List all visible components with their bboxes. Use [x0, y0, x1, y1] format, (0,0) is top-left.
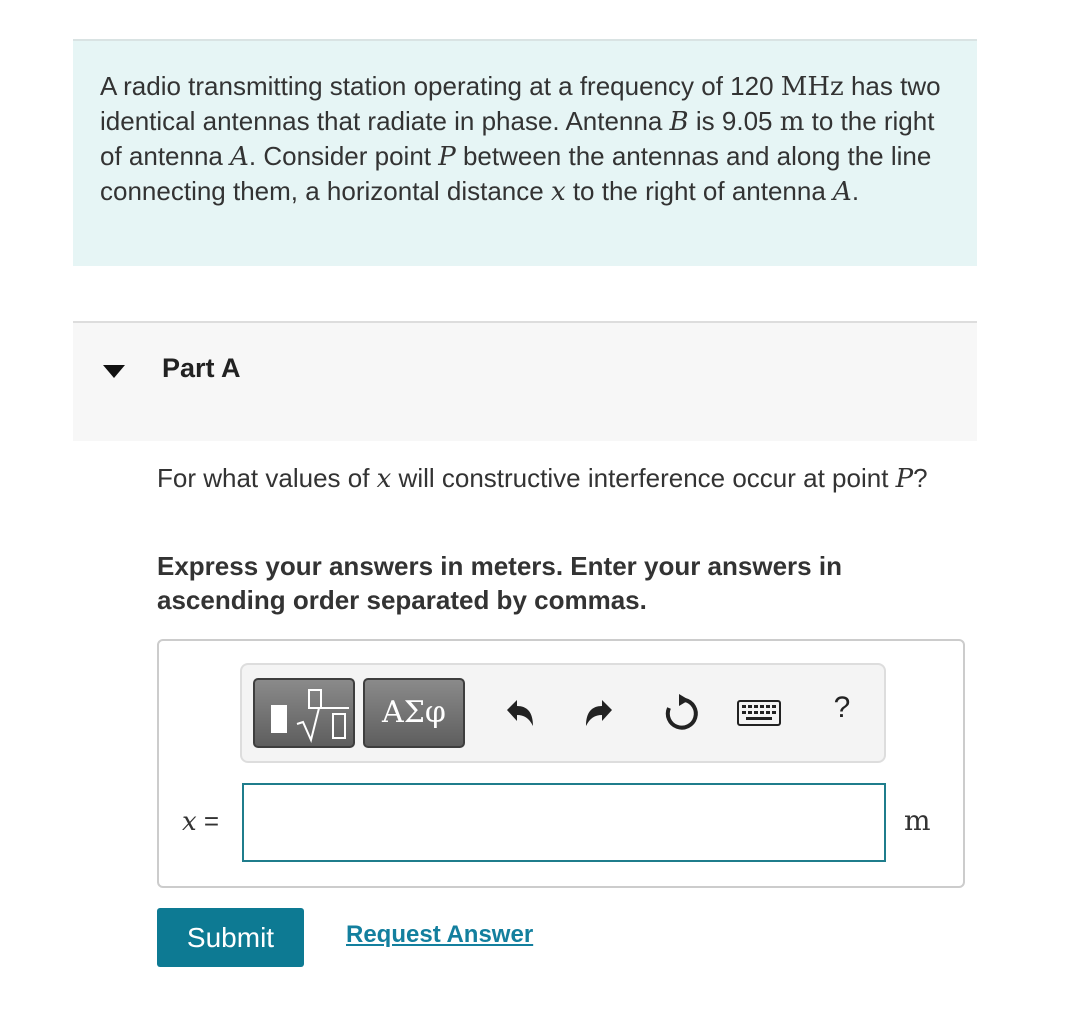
answer-input[interactable] [242, 783, 886, 862]
square-root-icon [296, 689, 349, 744]
templates-button[interactable] [253, 678, 355, 748]
intro-text-5: . Consider point [248, 141, 439, 171]
unit-label: m [904, 804, 931, 837]
antenna-b-symbol: B [669, 107, 689, 137]
antenna-a-symbol-2: A [833, 177, 852, 207]
question-text-3: ? [913, 463, 928, 493]
caret-down-icon[interactable] [103, 365, 125, 378]
antenna-a-symbol: A [230, 142, 249, 172]
question-text-1: For what values of [157, 463, 377, 493]
problem-intro: A radio transmitting station operating a… [73, 39, 977, 266]
part-title: Part A [162, 353, 241, 383]
question-text-2: will constructive interference occur at … [391, 463, 896, 493]
equals-sign: = [196, 806, 220, 836]
frequency-unit: MHz [780, 72, 844, 102]
help-icon[interactable]: ? [817, 683, 867, 733]
answer-instruction: Express your answers in meters. Enter yo… [157, 551, 842, 615]
templates-icon [271, 705, 287, 733]
part-a-header[interactable]: Part A [73, 321, 977, 441]
meter-unit: m [779, 107, 805, 137]
question-x-symbol: x [376, 464, 392, 494]
submit-button[interactable]: Submit [157, 908, 304, 967]
request-answer-link[interactable]: Request Answer [346, 921, 533, 949]
question-p-symbol: P [895, 464, 914, 494]
symbols-button[interactable]: ΑΣφ [363, 678, 465, 748]
undo-icon[interactable] [493, 688, 543, 738]
x-symbol: x [550, 177, 566, 207]
intro-text-8: . [851, 176, 860, 206]
intro-text-7: to the right of antenna [565, 176, 834, 206]
keyboard-icon[interactable] [734, 688, 784, 738]
reset-icon[interactable] [655, 688, 705, 738]
intro-text-3: is 9.05 [688, 106, 780, 136]
variable-label: x = [182, 806, 219, 837]
point-p-symbol: P [438, 142, 456, 172]
intro-text-1: A radio transmitting station operating a… [100, 71, 781, 101]
answer-panel: ΑΣφ ? x = m [157, 639, 965, 888]
variable-symbol: x [182, 807, 197, 837]
intro-text: A radio transmitting station operating a… [100, 69, 960, 209]
redo-icon[interactable] [576, 688, 626, 738]
question-text: For what values of x will constructive i… [157, 461, 957, 496]
math-toolbar: ΑΣφ ? [240, 663, 886, 763]
